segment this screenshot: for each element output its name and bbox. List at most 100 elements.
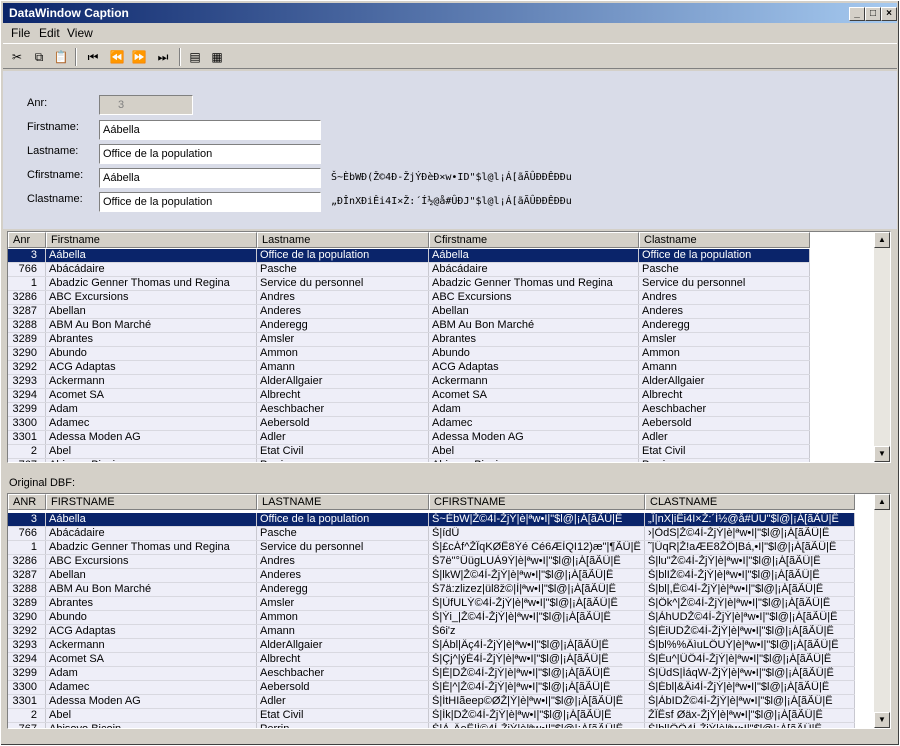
table-row[interactable]: 3287 Abellan Anderes Š|lkW|Ž©4Ì-ŽjÝ|è|ªw•I|…: [8, 569, 855, 583]
minimize-button[interactable]: _: [849, 7, 865, 21]
table-row[interactable]: 3299 Adam Aeschbacher Adam Aeschbacher: [8, 403, 810, 417]
table-cell: 3299: [8, 403, 46, 416]
table-row[interactable]: 3294 Acomet SA Albrecht Acomet SA Albrecht: [8, 389, 810, 403]
table-cell: Adessa Moden AG: [46, 695, 257, 708]
anr-label: Anr:: [27, 97, 48, 109]
table-cell: 3300: [8, 681, 46, 694]
table-row[interactable]: 3300 Adamec Aebersold Š|É|^|Ž©4Ì-ŽjÝ|è|ªw•I…: [8, 681, 855, 695]
maximize-button[interactable]: □: [865, 7, 881, 21]
next-icon[interactable]: ⏩: [129, 47, 149, 67]
vertical-scrollbar[interactable]: ▲ ▼: [874, 494, 890, 728]
lastname-field[interactable]: Office de la population: [99, 144, 321, 164]
table-cell: Aebersold: [257, 417, 429, 430]
table-row[interactable]: 3290 Abundo Ammon Š|Ýi_|Ž©4Ì-ŽjÝ|è|ªw•I|"$l…: [8, 611, 855, 625]
menu-file[interactable]: File: [11, 26, 30, 40]
close-icon: ×: [886, 8, 892, 19]
table-row[interactable]: 3290 Abundo Ammon Abundo Ammon: [8, 347, 810, 361]
table-row[interactable]: 3301 Adessa Moden AG Adler Š|ÍtHIãeep©ØŽ|Ý|…: [8, 695, 855, 709]
table-row[interactable]: 766 Abácádaire Pasche Abácádaire Pasche: [8, 263, 810, 277]
column-header-firstname[interactable]: Firstname: [46, 232, 257, 248]
title-bar[interactable]: DataWindow Caption _ □ ×: [3, 3, 897, 23]
table-cell: Etat Civil: [257, 445, 429, 458]
column-header-cfirstname[interactable]: Cfirstname: [429, 232, 639, 248]
grid-icon[interactable]: ▦: [207, 47, 227, 67]
copy-icon[interactable]: ⧉: [29, 47, 49, 67]
table-cell: Service du personnel: [639, 277, 810, 290]
column-header-anr[interactable]: ANR: [8, 494, 46, 510]
paste-icon[interactable]: 📋: [51, 47, 71, 67]
original-dbf-grid[interactable]: ANR FIRSTNAME LASTNAME CFIRSTNAME CLASTN…: [7, 493, 891, 729]
table-row[interactable]: 3 Aábella Office de la population Š~ÈbW|Ž©4…: [8, 513, 855, 527]
column-header-cfirstname[interactable]: CFIRSTNAME: [429, 494, 645, 510]
column-header-lastname[interactable]: Lastname: [257, 232, 429, 248]
original-dbf-label: Original DBF:: [9, 477, 76, 489]
table-row[interactable]: 3294 Acomet SA Albrecht Š|Çj^|ýÉ4Ì-ŽjÝ|è|ªw…: [8, 653, 855, 667]
table-cell: Abundo: [46, 611, 257, 624]
table-cell: Abisoyo Bicoin: [429, 459, 639, 462]
table-row[interactable]: 3286 ABC Excursions Andres Š7ë"°ÜügLUÀ9Ý|è|…: [8, 555, 855, 569]
table-row[interactable]: 767 Abisoyo Bicoin Perrin Š|À-ÄeÊ|Í©4Ì-ŽjÝ|…: [8, 723, 855, 728]
table-row[interactable]: 1 Abadzic Genner Thomas und Regina Service…: [8, 541, 855, 555]
clastname-field[interactable]: Office de la population: [99, 192, 321, 212]
table-cell: ABC Excursions: [429, 291, 639, 304]
table-cell: Š|À-ÄeÊ|Í©4Ì-ŽjÝ|è|ªw•I|"$l@|¡Á[ãÃÛ|Ê: [429, 723, 645, 728]
column-header-clastname[interactable]: CLASTNAME: [645, 494, 855, 510]
table-cell: 1: [8, 541, 46, 554]
scroll-up-icon[interactable]: ▲: [874, 494, 890, 510]
table-row[interactable]: 3292 ACG Adaptas Amann Š6i'z Š|ÉiUDŽ©4Ì-ŽjÝ|…: [8, 625, 855, 639]
column-header-anr[interactable]: Anr: [8, 232, 46, 248]
last-icon[interactable]: ⏭: [153, 47, 173, 67]
records-grid[interactable]: Anr Firstname Lastname Cfirstname Clastn…: [7, 231, 891, 463]
table-row[interactable]: 3289 Abrantes Amsler Š|ÙfULÝ©4Ì-ŽjÝ|è|ªw•I|…: [8, 597, 855, 611]
table-cell: 3300: [8, 417, 46, 430]
detail-form: Anr: 3 Firstname: Aábella Lastname: Offi…: [3, 71, 897, 229]
column-header-clastname[interactable]: Clastname: [639, 232, 810, 248]
cut-icon[interactable]: ✂: [7, 47, 27, 67]
table-cell: Š7ä:zlizez|ül8ž©|Ì|ªw•I|"$l@|¡Á[ãÃÛ|Ê: [429, 583, 645, 596]
table-cell: Pasche: [257, 263, 429, 276]
menu-edit[interactable]: Edit: [39, 26, 60, 40]
table-row[interactable]: 766 Abácádaire Pasche Š|ídÜ ›|ÒdS|Ž©4Ì-ŽjÝ|è…: [8, 527, 855, 541]
table-cell: Ammon: [257, 347, 429, 360]
firstname-field[interactable]: Aábella: [99, 120, 321, 140]
table-row[interactable]: 3293 Ackermann AlderAllgaier Ackermann Alder…: [8, 375, 810, 389]
print-preview-icon[interactable]: ▤: [185, 47, 205, 67]
column-header-firstname[interactable]: FIRSTNAME: [46, 494, 257, 510]
table-row[interactable]: 3300 Adamec Aebersold Adamec Aebersold: [8, 417, 810, 431]
scroll-up-icon[interactable]: ▲: [874, 232, 890, 248]
table-cell: Š|ÍtHIãeep©ØŽ|Ý|è|ªw•I|"$l@|¡Á[ãÃÛ|Ê: [429, 695, 645, 708]
table-row[interactable]: 3288 ABM Au Bon Marché Anderegg Š7ä:zlizez|…: [8, 583, 855, 597]
table-row[interactable]: 2 Abel Etat Civil Š|Ík|DŽ©4Ì-ŽjÝ|è|ªw•I|"$l…: [8, 709, 855, 723]
first-icon[interactable]: ⏮: [83, 47, 103, 67]
anr-field[interactable]: 3: [99, 95, 193, 115]
table-cell: Abellan: [429, 305, 639, 318]
table-row[interactable]: 3287 Abellan Anderes Abellan Anderes: [8, 305, 810, 319]
cfirstname-field[interactable]: Aábella: [99, 168, 321, 188]
column-header-lastname[interactable]: LASTNAME: [257, 494, 429, 510]
table-row[interactable]: 3293 Ackermann AlderAllgaier Š|Àbl|Äç4Ì-ŽjÝ…: [8, 639, 855, 653]
scroll-down-icon[interactable]: ▼: [874, 446, 890, 462]
table-row[interactable]: 767Abisoyo BicoinPerrinAbisoyo BicoinPer…: [8, 459, 810, 462]
table-row[interactable]: 2 Abel Etat Civil Abel Etat Civil: [8, 445, 810, 459]
scroll-down-icon[interactable]: ▼: [874, 712, 890, 728]
table-row[interactable]: 3 Aábella Office de la population Aábella Of…: [8, 249, 810, 263]
table-cell: Office de la population: [257, 249, 429, 262]
table-row[interactable]: 3299 Adam Aeschbacher Š|É|DŽ©4Ì-ŽjÝ|è|ªw•I|…: [8, 667, 855, 681]
table-row[interactable]: 3301 Adessa Moden AG Adler Adessa Moden AG A…: [8, 431, 810, 445]
table-row[interactable]: 1 Abadzic Genner Thomas und Regina Service…: [8, 277, 810, 291]
menu-view[interactable]: View: [67, 26, 93, 40]
table-row[interactable]: 3292 ACG Adaptas Amann ACG Adaptas Amann: [8, 361, 810, 375]
table-cell: ABC Excursions: [46, 555, 257, 568]
table-cell: Adamec: [46, 681, 257, 694]
close-button[interactable]: ×: [881, 7, 897, 21]
vertical-scrollbar[interactable]: ▲ ▼: [874, 232, 890, 462]
table-row[interactable]: 3288 ABM Au Bon Marché Anderegg ABM Au Bon …: [8, 319, 810, 333]
table-row[interactable]: 3289 Abrantes Amsler Abrantes Amsler: [8, 333, 810, 347]
window-title: DataWindow Caption: [9, 6, 129, 20]
table-cell: Albrecht: [639, 389, 810, 402]
table-row[interactable]: 3286 ABC Excursions Andres ABC Excursions An…: [8, 291, 810, 305]
table-cell: Perrin: [257, 723, 429, 728]
toolbar-separator: [75, 48, 77, 66]
prior-icon[interactable]: ⏪: [107, 47, 127, 67]
table-cell: 3293: [8, 639, 46, 652]
